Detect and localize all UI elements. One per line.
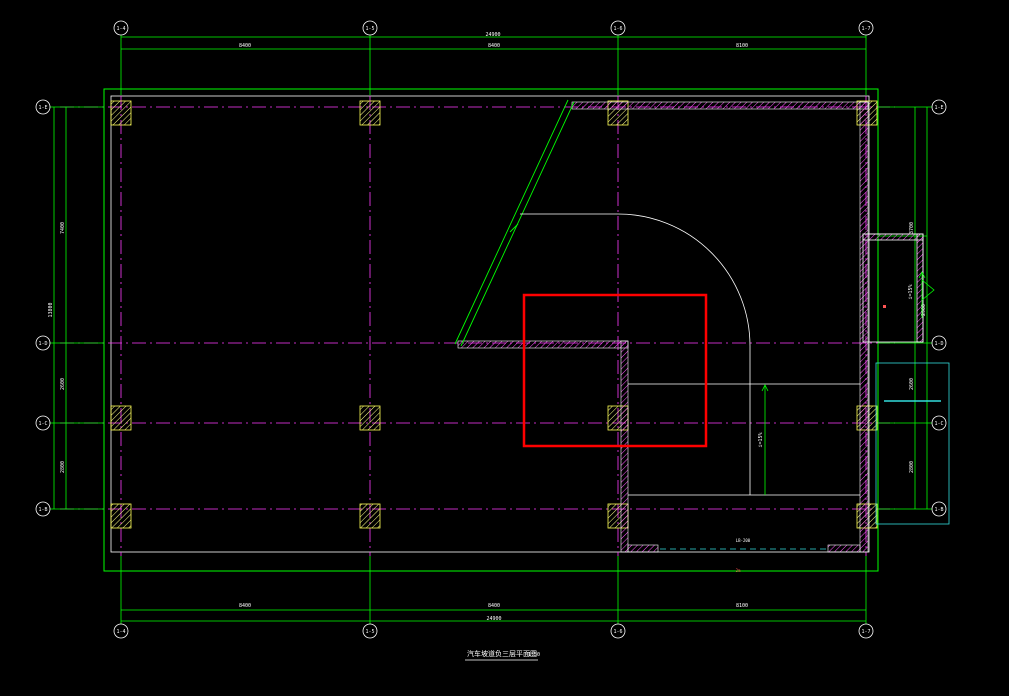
bottom-dim-total: 24900 (486, 616, 501, 622)
left-dim-total: 13800 (48, 302, 54, 317)
top-dim-seg2: 8400 (488, 43, 500, 49)
bottom-dim-seg2: 8400 (488, 603, 500, 609)
ramp-curve (520, 213, 860, 496)
svg-text:1-D: 1-D (934, 341, 943, 347)
svg-text:1-B: 1-B (934, 507, 943, 513)
left-dim-seg-bot: 2800 (60, 461, 66, 473)
inner-wall-outline (110, 95, 870, 553)
drawing-scale: 1:50 (528, 652, 540, 658)
axis-bubble-left-E: 1-E (35, 99, 51, 115)
axis-bubble-bottom-2: 1-5 (362, 623, 378, 639)
shaft-box (862, 233, 924, 343)
left-dimensions (50, 106, 104, 510)
axis-bubble-left-D: 1-D (35, 335, 51, 351)
drawing-title: 汽车坡道负三层平面图 (467, 649, 537, 658)
bottom-dim-seg3: 8100 (736, 603, 748, 609)
svg-text:1-D: 1-D (38, 341, 47, 347)
axis-bubble-right-C: 1-C (931, 415, 947, 431)
right-dim-seg-mid: 2600 (909, 378, 915, 390)
svg-text:1-E: 1-E (38, 105, 47, 111)
axis-bubble-right-B: 1-B (931, 501, 947, 517)
columns (110, 100, 878, 529)
svg-text:1-6: 1-6 (613, 629, 622, 635)
bottom-wall-label: LB-200 (736, 538, 751, 543)
svg-text:1-7: 1-7 (861, 629, 870, 635)
bottom-dim-seg1: 8400 (239, 603, 251, 609)
red-marker (883, 305, 886, 308)
axis-bubble-top-4: 1-7 (858, 20, 874, 36)
left-dim-seg-mid: 2600 (60, 378, 66, 390)
left-dim-seg-top: 7400 (60, 222, 66, 234)
svg-text:1-C: 1-C (38, 421, 47, 427)
svg-text:1-4: 1-4 (116, 629, 125, 635)
axis-grid (60, 96, 895, 556)
bottom-dimensions (120, 556, 867, 624)
right-dim-seg-bot: 2800 (909, 461, 915, 473)
axis-bubble-top-3: 1-6 (610, 20, 626, 36)
concrete-walls (457, 101, 869, 553)
svg-text:1-C: 1-C (934, 421, 943, 427)
ramp-edge (454, 99, 575, 347)
svg-text:1-7: 1-7 (861, 26, 870, 32)
axis-bubble-left-B: 1-B (35, 501, 51, 517)
svg-text:1-5: 1-5 (365, 629, 374, 635)
top-dim-seg1: 8400 (239, 43, 251, 49)
svg-text:1-B: 1-B (38, 507, 47, 513)
axis-bubble-right-E: 1-E (931, 99, 947, 115)
cad-drawing-canvas: 24900 8400 8400 8100 8400 8400 8100 2490… (35, 20, 950, 661)
ramp-slope-label: i=15% (758, 432, 764, 447)
svg-text:1-4: 1-4 (116, 26, 125, 32)
axis-bubble-left-C: 1-C (35, 415, 51, 431)
svg-text:1-5: 1-5 (365, 26, 374, 32)
axis-bubble-bottom-3: 1-6 (610, 623, 626, 639)
slab-outline (103, 88, 879, 572)
right-dim-seg-top: 3700 (909, 222, 915, 234)
top-dim-total: 24900 (485, 32, 500, 38)
axis-bubble-bottom-4: 1-7 (858, 623, 874, 639)
svg-text:1-E: 1-E (934, 105, 943, 111)
axis-bubble-top-2: 1-5 (362, 20, 378, 36)
small-mark: 2m (736, 568, 741, 573)
axis-bubble-right-D: 1-D (931, 335, 947, 351)
right-note-label: i=15% (908, 284, 914, 299)
axis-bubble-top-1: 1-4 (113, 20, 129, 36)
svg-text:1-6: 1-6 (613, 26, 622, 32)
axis-bubble-bottom-1: 1-4 (113, 623, 129, 639)
top-dim-seg3: 8100 (736, 43, 748, 49)
